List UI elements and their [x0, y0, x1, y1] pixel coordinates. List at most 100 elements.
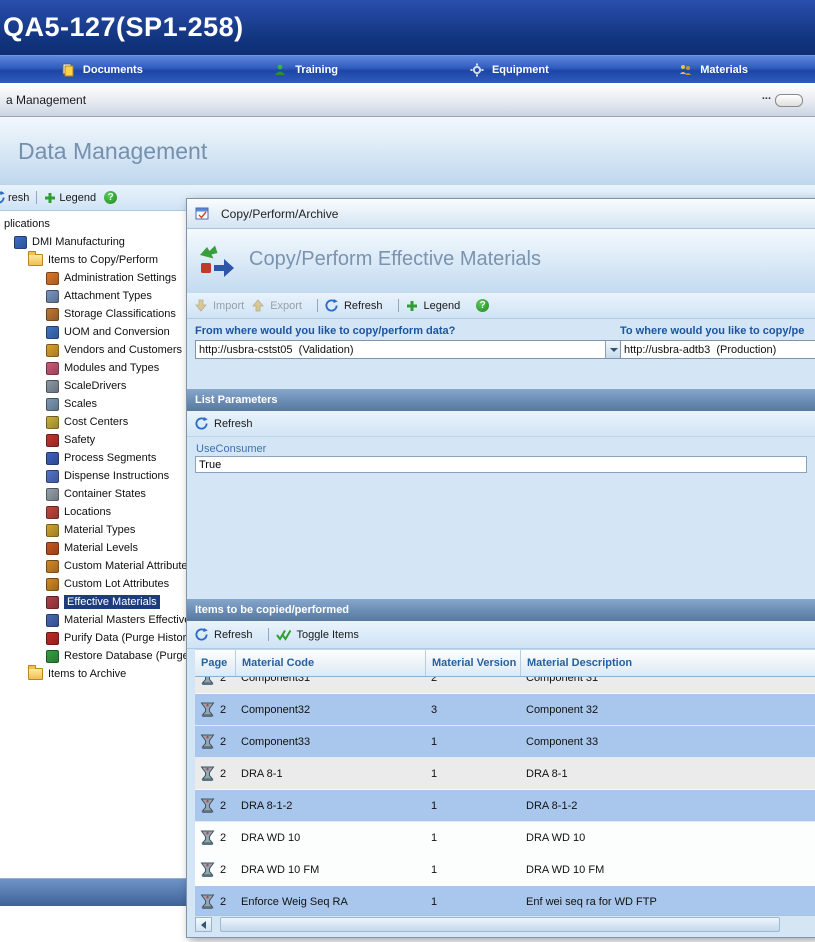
tree-item-label: UOM and Conversion [64, 326, 170, 338]
column-header-material-description[interactable]: Material Description [520, 650, 815, 676]
refresh-button[interactable]: resh [8, 192, 29, 204]
table-row[interactable]: 2Component323Component 32 [195, 694, 815, 726]
nav-label: Equipment [492, 64, 549, 76]
tree-item-label: plications [4, 218, 50, 230]
nav-equipment[interactable]: Equipment [408, 56, 612, 83]
material-flask-icon [199, 862, 216, 878]
dialog-header: Copy/Perform Effective Materials [187, 229, 815, 293]
app-title: QA5-127(SP1-258) [3, 12, 244, 43]
scroll-left-button[interactable] [195, 917, 212, 932]
window-header: a Management ... [0, 83, 815, 117]
refresh-icon [325, 299, 338, 312]
nav-label: Materials [700, 64, 748, 76]
training-icon [273, 63, 287, 77]
source-select[interactable]: http://usbra-cstst05 (Validation) [195, 340, 623, 359]
tree-item-label: ScaleDrivers [64, 380, 126, 392]
row-code-cell: Enforce Weig Seq RA [235, 896, 425, 908]
documents-icon [61, 63, 75, 77]
nav-materials[interactable]: Materials [611, 56, 815, 83]
toggle-items-label: Toggle Items [297, 629, 359, 641]
dialog-legend-button[interactable]: Legend [406, 300, 461, 312]
safety-icon [46, 434, 59, 447]
app-title-bar: QA5-127(SP1-258) [0, 0, 815, 55]
export-button[interactable]: Export [252, 299, 302, 312]
tree-item-label: Custom Lot Attributes [64, 578, 169, 590]
locations-icon [46, 506, 59, 519]
refresh-label: Refresh [214, 418, 253, 430]
row-version-cell: 1 [425, 832, 520, 844]
row-page-cell: 2 [195, 862, 235, 878]
refresh-icon [195, 417, 208, 430]
scrollbar-thumb[interactable] [220, 917, 780, 932]
nav-label: Training [295, 64, 338, 76]
effective-materials-icon [46, 596, 59, 609]
dialog-title-bar[interactable]: Copy/Perform/Archive [187, 199, 815, 229]
window-overflow-button[interactable]: ... [762, 90, 771, 102]
table-row[interactable]: 2DRA 8-1-21DRA 8-1-2 [195, 790, 815, 822]
table-row[interactable]: 2Component331Component 33 [195, 726, 815, 758]
row-desc-cell: Component 31 [520, 677, 815, 684]
tree-item-label: Material Types [64, 524, 135, 536]
help-icon[interactable] [104, 191, 117, 204]
legend-icon [406, 300, 418, 312]
tree-item-label: Restore Database (Purge All [64, 650, 203, 662]
column-header-material-version[interactable]: Material Version [425, 650, 520, 676]
material-types-icon [46, 524, 59, 537]
table-body: 2Component312Component 312Component323Co… [195, 677, 815, 915]
tree-item-label: Modules and Types [64, 362, 159, 374]
items-refresh-button[interactable]: Refresh [195, 628, 253, 641]
row-desc-cell: DRA 8-1 [520, 768, 815, 780]
table-row[interactable]: 2DRA WD 101DRA WD 10 [195, 822, 815, 854]
row-code-cell: DRA 8-1-2 [235, 800, 425, 812]
row-version-cell: 1 [425, 800, 520, 812]
nav-training[interactable]: Training [204, 56, 408, 83]
row-desc-cell: Component 33 [520, 736, 815, 748]
target-select[interactable]: http://usbra-adtb3 (Production) [620, 340, 815, 359]
cost-centers-icon [46, 416, 59, 429]
table-row[interactable]: 2Component312Component 31 [195, 677, 815, 694]
column-header-page[interactable]: Page [195, 650, 235, 676]
material-levels-icon [46, 542, 59, 555]
source-select-value: http://usbra-cstst05 (Validation) [196, 344, 605, 356]
page-header: Data Management [0, 117, 815, 185]
folder-icon [28, 668, 43, 680]
equipment-gear-icon [470, 63, 484, 77]
table-row[interactable]: 2DRA 8-11DRA 8-1 [195, 758, 815, 790]
vendors-customers-icon [46, 344, 59, 357]
scaledrivers-icon [46, 380, 59, 393]
nav-documents[interactable]: Documents [0, 56, 204, 83]
purify-data-icon [46, 632, 59, 645]
tree-item-label: Process Segments [64, 452, 156, 464]
window-control-button[interactable] [775, 94, 803, 107]
toggle-items-button[interactable]: Toggle Items [276, 629, 359, 641]
container-states-icon [46, 488, 59, 501]
dialog-refresh-button[interactable]: Refresh [325, 299, 383, 312]
parameter-name-label: UseConsumer [196, 443, 266, 455]
custom-material-attributes-icon [46, 560, 59, 573]
copy-perform-dialog: Copy/Perform/Archive Copy/Perform Effect… [186, 198, 815, 938]
clipped-row: 2Component312Component 31 [195, 677, 815, 694]
material-flask-icon [199, 702, 216, 718]
parameters-refresh-button[interactable]: Refresh [195, 417, 253, 430]
useconsumer-input[interactable] [195, 456, 807, 473]
table-row[interactable]: 2Enforce Weig Seq RA1Enf wei seq ra for … [195, 886, 815, 915]
import-button[interactable]: Import [195, 299, 244, 312]
uom-conversion-icon [46, 326, 59, 339]
tree-item-label: Items to Archive [48, 668, 126, 680]
material-flask-icon [199, 798, 216, 814]
material-flask-icon [199, 677, 216, 686]
tree-item-label: Items to Copy/Perform [48, 254, 158, 266]
table-row[interactable]: 2DRA WD 10 FM1DRA WD 10 FM [195, 854, 815, 886]
row-code-cell: Component33 [235, 736, 425, 748]
row-version-cell: 1 [425, 864, 520, 876]
horizontal-scrollbar[interactable] [195, 915, 815, 932]
screen: QA5-127(SP1-258) Documents Training Equi… [0, 0, 815, 942]
column-header-material-code[interactable]: Material Code [235, 650, 425, 676]
help-icon[interactable] [476, 299, 489, 312]
application-icon [14, 236, 27, 249]
material-flask-icon [199, 766, 216, 782]
legend-button[interactable]: Legend [59, 192, 96, 204]
row-page-cell: 2 [195, 830, 235, 846]
source-label: From where would you like to copy/perfor… [195, 325, 623, 337]
tree-item-label: Storage Classifications [64, 308, 176, 320]
